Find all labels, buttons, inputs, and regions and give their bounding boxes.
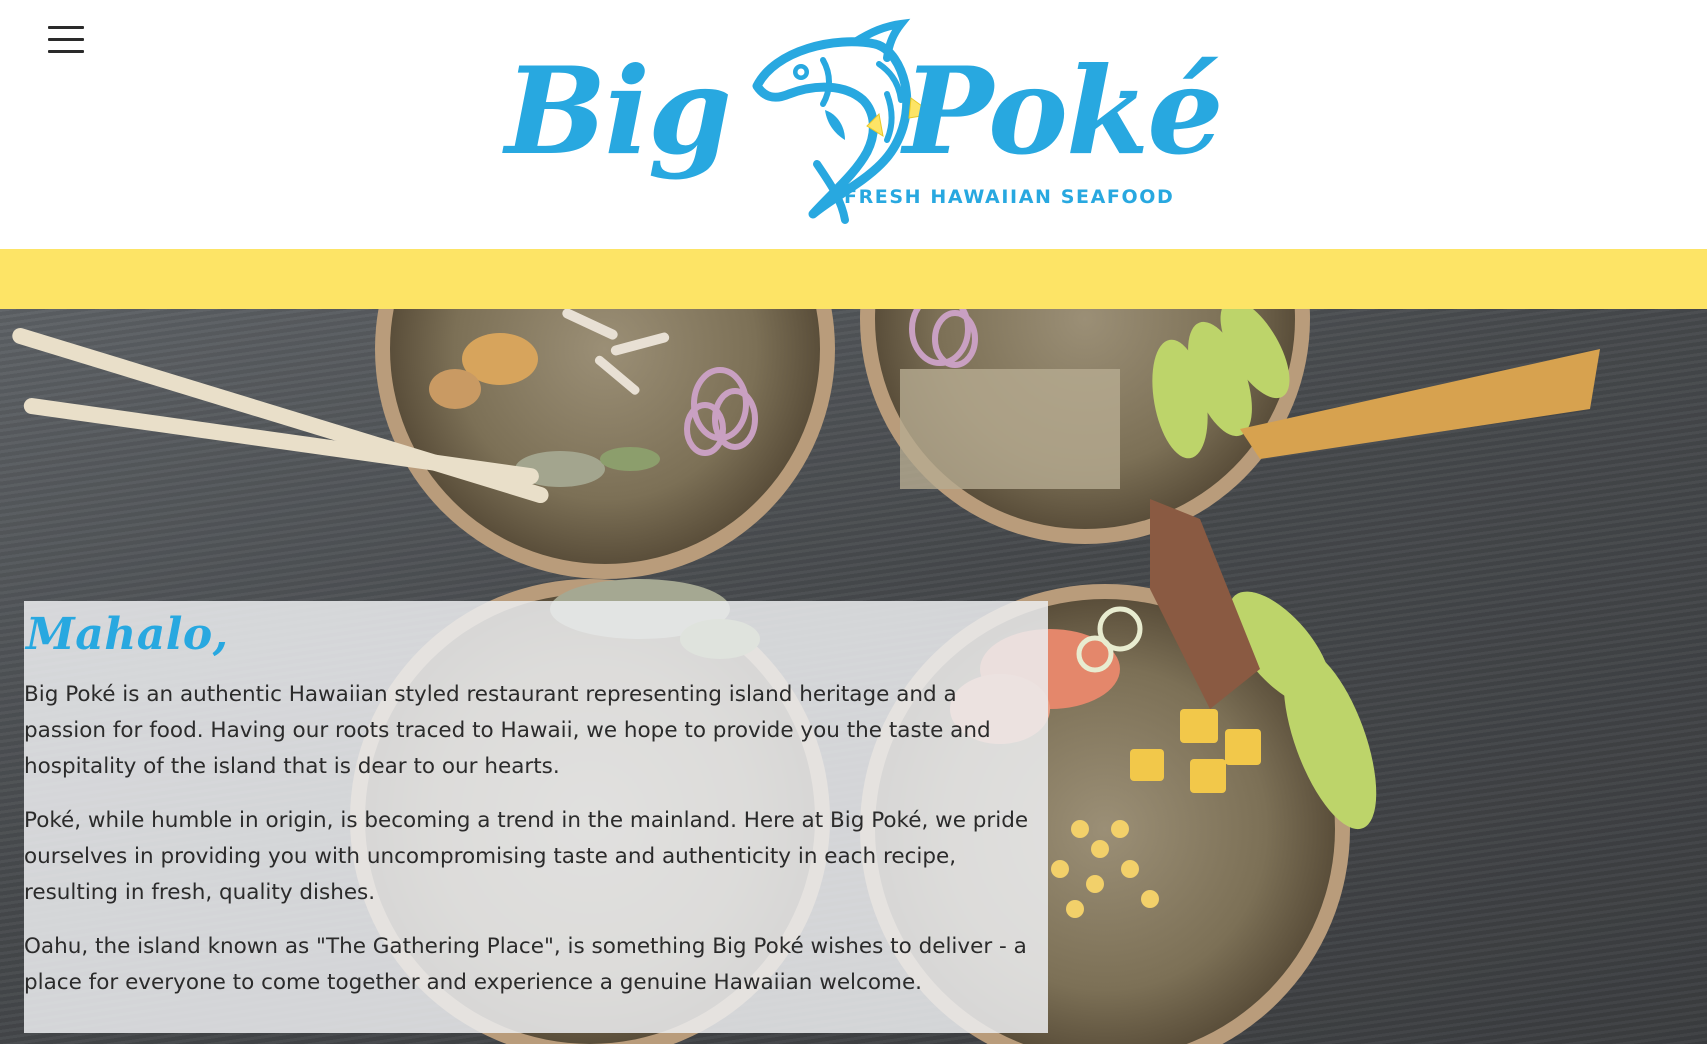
logo-word-big: Big xyxy=(505,41,732,182)
page: Big Poké FRESH HAWAIIAN SEAFOOD Mahalo, … xyxy=(0,0,1707,1044)
about-paragraph-3: Oahu, the island known as "The Gathering… xyxy=(24,934,1027,995)
about-paragraph-1: Big Poké is an authentic Hawaiian styled… xyxy=(24,682,991,779)
about-paragraph-2: Poké, while humble in origin, is becomin… xyxy=(24,808,1029,905)
logo-tagline: FRESH HAWAIIAN SEAFOOD xyxy=(844,186,1175,208)
bowl-top-left xyxy=(375,309,835,579)
logo-word-poke: Poké xyxy=(903,41,1224,182)
brand-logo[interactable]: Big Poké FRESH HAWAIIAN SEAFOOD xyxy=(505,14,1224,234)
about-panel: Mahalo, Big Poké is an authentic Hawaiia… xyxy=(24,601,1048,1033)
about-heading: Mahalo, xyxy=(26,609,229,660)
accent-band xyxy=(0,249,1707,309)
hamburger-menu-icon[interactable] xyxy=(46,26,86,54)
site-header: Big Poké FRESH HAWAIIAN SEAFOOD xyxy=(0,0,1707,249)
bowl-top-right xyxy=(860,309,1600,544)
